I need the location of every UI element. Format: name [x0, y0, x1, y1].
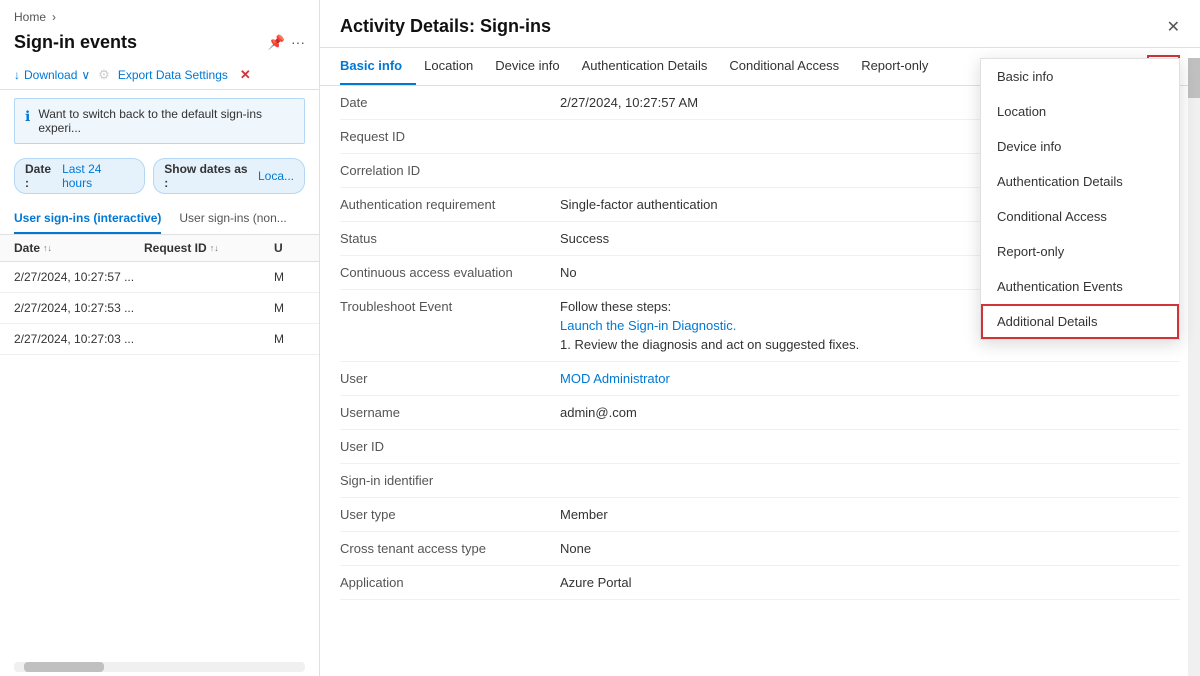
nav-tab-condaccess[interactable]: Conditional Access [729, 48, 853, 85]
field-label-cae: Continuous access evaluation [340, 265, 560, 280]
th-reqid: Request ID ↑↓ [144, 241, 274, 255]
nav-tab-reportonly[interactable]: Report-only [861, 48, 942, 85]
dropdown-item-authevents[interactable]: Authentication Events [981, 269, 1179, 304]
nav-tab-deviceinfo[interactable]: Device info [495, 48, 573, 85]
panel-title-row: Sign-in events 📌 ··· [0, 28, 319, 61]
field-userid: User ID [340, 430, 1180, 464]
th-u: U [274, 241, 305, 255]
export-button[interactable]: Export Data Settings [118, 68, 228, 82]
row-date-1: 2/27/2024, 10:27:57 ... [14, 270, 144, 284]
breadcrumb-arrow: › [52, 10, 56, 24]
field-label-username: Username [340, 405, 560, 420]
close-button[interactable]: ✕ [1167, 17, 1180, 37]
troubleshoot-steps: Follow these steps: Launch the Sign-in D… [560, 299, 859, 352]
nav-tab-location[interactable]: Location [424, 48, 487, 85]
troubleshoot-link[interactable]: Launch the Sign-in Diagnostic. [560, 318, 859, 333]
dropdown-item-reportonly[interactable]: Report-only [981, 234, 1179, 269]
row-u-3: M [274, 332, 305, 346]
breadcrumb-home[interactable]: Home [14, 10, 46, 24]
field-label-application: Application [340, 575, 560, 590]
dialog-title-row: Activity Details: Sign-ins ✕ [320, 0, 1200, 48]
tab-noninteractive[interactable]: User sign-ins (non... [179, 204, 286, 234]
field-username: Username admin@.com [340, 396, 1180, 430]
nav-tab-authdetails[interactable]: Authentication Details [582, 48, 722, 85]
toolbar-close-icon[interactable]: ✕ [240, 67, 251, 83]
dialog-title: Activity Details: Sign-ins [340, 16, 551, 37]
nav-tab-basicinfo[interactable]: Basic info [340, 48, 416, 85]
field-usertype: User type Member [340, 498, 1180, 532]
field-label-status: Status [340, 231, 560, 246]
field-user: User MOD Administrator [340, 362, 1180, 396]
toolbar: ↓ Download ∨ ⚙ Export Data Settings ✕ [0, 61, 319, 90]
field-label-crosstenantaccess: Cross tenant access type [340, 541, 560, 556]
field-crosstenantaccess: Cross tenant access type None [340, 532, 1180, 566]
dropdown-item-condaccess[interactable]: Conditional Access [981, 199, 1179, 234]
row-date-3: 2/27/2024, 10:27:03 ... [14, 332, 144, 346]
export-label: Export Data Settings [118, 68, 228, 82]
more-options-icon[interactable]: ··· [291, 34, 305, 51]
field-value-crosstenantaccess: None [560, 541, 1180, 556]
field-signinidentifier: Sign-in identifier [340, 464, 1180, 498]
field-label-signinidentifier: Sign-in identifier [340, 473, 560, 488]
sort-reqid-icon[interactable]: ↑↓ [210, 243, 219, 253]
info-icon: ℹ [25, 108, 30, 125]
download-chevron: ∨ [81, 68, 90, 82]
field-value-username: admin@.com [560, 405, 1180, 420]
dropdown-item-additionaldetails[interactable]: Additional Details [981, 304, 1179, 339]
dropdown-item-location[interactable]: Location [981, 94, 1179, 129]
sort-date-icon[interactable]: ↑↓ [43, 243, 52, 253]
troubleshoot-step1: 1. Review the diagnosis and act on sugge… [560, 337, 859, 352]
download-label: Download [24, 68, 77, 82]
dropdown-item-deviceinfo[interactable]: Device info [981, 129, 1179, 164]
pin-icon[interactable]: 📌 [268, 34, 285, 51]
th-date: Date ↑↓ [14, 241, 144, 255]
field-label-requestid: Request ID [340, 129, 560, 144]
download-button[interactable]: ↓ Download ∨ [14, 68, 90, 82]
tab-interactive[interactable]: User sign-ins (interactive) [14, 204, 161, 234]
field-label-authrequirement: Authentication requirement [340, 197, 560, 212]
horizontal-scrollbar[interactable] [14, 662, 305, 672]
download-icon: ↓ [14, 68, 20, 82]
table-row[interactable]: 2/27/2024, 10:27:03 ... M [0, 324, 319, 355]
breadcrumb: Home › [0, 0, 319, 28]
left-panel: Home › Sign-in events 📌 ··· ↓ Download ∨… [0, 0, 320, 676]
right-panel: Activity Details: Sign-ins ✕ Basic info … [320, 0, 1200, 676]
panel-title: Sign-in events [14, 32, 137, 53]
date-filter-value: Last 24 hours [62, 162, 134, 190]
show-dates-filter-value: Loca... [258, 169, 294, 183]
show-dates-filter-chip[interactable]: Show dates as : Loca... [153, 158, 305, 194]
row-date-2: 2/27/2024, 10:27:53 ... [14, 301, 144, 315]
field-value-user[interactable]: MOD Administrator [560, 371, 1180, 386]
scroll-thumb[interactable] [1188, 58, 1200, 98]
table-row[interactable]: 2/27/2024, 10:27:53 ... M [0, 293, 319, 324]
field-value-application: Azure Portal [560, 575, 1180, 590]
troubleshoot-follow: Follow these steps: [560, 299, 859, 314]
date-filter-chip[interactable]: Date : Last 24 hours [14, 158, 145, 194]
row-u-1: M [274, 270, 305, 284]
left-tabs-row: User sign-ins (interactive) User sign-in… [0, 204, 319, 235]
field-value-usertype: Member [560, 507, 1180, 522]
panel-title-icons: 📌 ··· [268, 34, 305, 51]
field-label-date: Date [340, 95, 560, 110]
info-bar: ℹ Want to switch back to the default sig… [14, 98, 305, 144]
filter-row: Date : Last 24 hours Show dates as : Loc… [0, 152, 319, 200]
dropdown-item-authdetails[interactable]: Authentication Details [981, 164, 1179, 199]
field-application: Application Azure Portal [340, 566, 1180, 600]
scrollbar-thumb[interactable] [24, 662, 104, 672]
info-bar-text: Want to switch back to the default sign-… [38, 107, 294, 135]
dropdown-item-basicinfo[interactable]: Basic info [981, 59, 1179, 94]
field-label-correlationid: Correlation ID [340, 163, 560, 178]
vertical-scrollbar[interactable] [1188, 58, 1200, 676]
row-u-2: M [274, 301, 305, 315]
field-label-user: User [340, 371, 560, 386]
field-label-troubleshoot: Troubleshoot Event [340, 299, 560, 314]
table-row[interactable]: 2/27/2024, 10:27:57 ... M [0, 262, 319, 293]
field-label-userid: User ID [340, 439, 560, 454]
table-header: Date ↑↓ Request ID ↑↓ U [0, 235, 319, 262]
dropdown-menu: Basic info Location Device info Authenti… [980, 58, 1180, 340]
field-label-usertype: User type [340, 507, 560, 522]
